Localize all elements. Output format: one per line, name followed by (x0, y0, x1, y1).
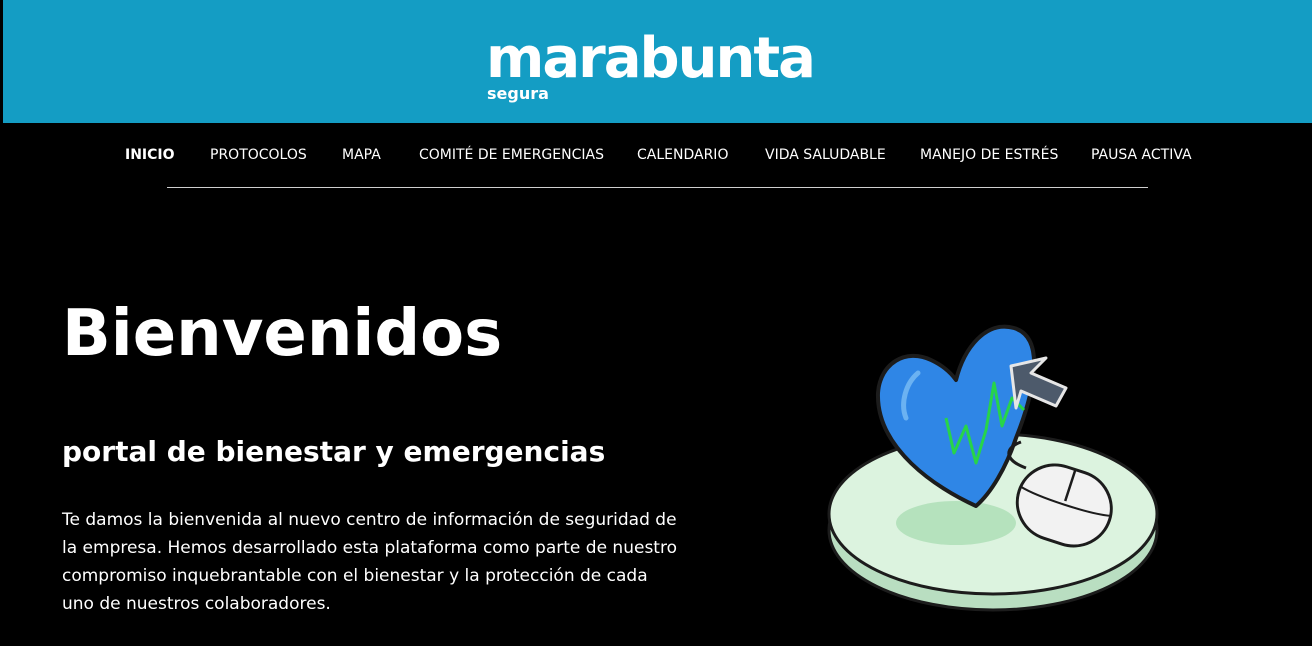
nav-divider (167, 187, 1148, 188)
heart-pulse-mouse-icon (826, 318, 1166, 618)
nav-item-inicio[interactable]: INICIO (125, 147, 175, 163)
nav-item-vida-saludable[interactable]: VIDA SALUDABLE (765, 147, 886, 163)
hero-subtitle: portal de bienestar y emergencias (62, 435, 606, 468)
brand-logo[interactable]: marabunta segura (486, 24, 846, 104)
hero-title: Bienvenidos (62, 297, 503, 371)
hero-body: Te damos la bienvenida al nuevo centro d… (62, 510, 677, 614)
nav-item-comite-de-emergencias[interactable]: COMITÉ DE EMERGENCIAS (419, 147, 604, 163)
brand-tagline: segura (487, 84, 549, 103)
nav-item-calendario[interactable]: CALENDARIO (637, 147, 728, 163)
nav-item-mapa[interactable]: MAPA (342, 147, 381, 163)
nav-item-pausa-activa[interactable]: PAUSA ACTIVA (1091, 147, 1192, 163)
nav-item-protocolos[interactable]: PROTOCOLOS (210, 147, 307, 163)
main-nav: INICIO PROTOCOLOS MAPA COMITÉ DE EMERGEN… (0, 123, 1312, 189)
nav-item-manejo-de-estres[interactable]: MANEJO DE ESTRÉS (920, 147, 1058, 163)
site-header: marabunta segura (3, 0, 1312, 123)
